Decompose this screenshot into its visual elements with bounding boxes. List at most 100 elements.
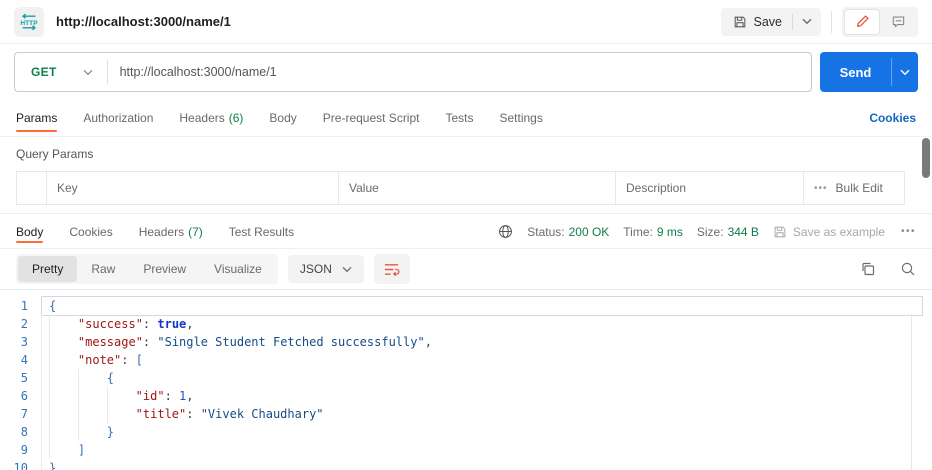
send-button-label: Send	[839, 64, 872, 80]
edit-comment-toggle	[842, 6, 918, 37]
select-all-column	[17, 172, 47, 204]
tab-label: Pre-request Script	[322, 111, 420, 125]
request-tab-headers[interactable]: Headers (6)	[179, 100, 243, 136]
indent-guide	[77, 405, 107, 423]
time-value: 9 ms	[656, 224, 683, 239]
code-line: 6 "id": 1,	[0, 387, 932, 405]
line-content: "id": 1,	[42, 387, 922, 405]
size-value: 344 B	[727, 224, 759, 239]
wrap-lines-icon	[385, 263, 400, 276]
save-options-caret[interactable]	[793, 18, 821, 25]
response-tab-cookies[interactable]: Cookies	[69, 215, 112, 248]
indent-guide	[49, 333, 78, 351]
tab-label: Body	[269, 111, 297, 125]
cookies-link[interactable]: Cookies	[869, 111, 916, 125]
edit-mode-button[interactable]	[844, 8, 880, 35]
line-content: }	[49, 461, 57, 470]
network-globe-icon	[498, 224, 513, 239]
indent-guide	[49, 351, 78, 369]
chevron-down-icon	[83, 69, 93, 75]
query-params-table: Key Value Description ••• Bulk Edit	[16, 171, 905, 205]
method-label: GET	[31, 65, 57, 79]
save-as-example-button[interactable]: Save as example	[773, 225, 885, 239]
view-tab-pretty[interactable]: Pretty	[18, 256, 78, 282]
tab-label: Settings	[499, 111, 543, 125]
request-builder: GET Send	[0, 44, 932, 100]
indent-guide	[77, 387, 107, 405]
line-content: "success": true,	[42, 315, 922, 333]
request-tab-tests[interactable]: Tests	[445, 100, 473, 136]
comment-icon	[892, 16, 904, 28]
tab-label: Tests	[445, 111, 474, 125]
bulk-edit-button[interactable]: Bulk Edit	[836, 181, 883, 195]
indent-guide	[49, 405, 78, 423]
view-tab-preview[interactable]: Preview	[129, 256, 200, 282]
header-divider	[831, 10, 832, 33]
time-label: Time:	[623, 224, 653, 239]
save-as-example-label: Save as example	[792, 224, 885, 239]
tab-label: Body	[16, 224, 44, 239]
response-tab-body[interactable]: Body	[16, 215, 44, 248]
column-header-value: Value	[339, 172, 616, 204]
line-content: "title": "Vivek Chaudhary"	[42, 405, 922, 423]
save-button-label: Save	[753, 14, 783, 29]
url-input[interactable]	[107, 65, 811, 79]
indent-guide	[77, 369, 107, 387]
indent-guide	[106, 405, 136, 423]
response-tab-test-results[interactable]: Test Results	[229, 215, 294, 248]
tab-label: Headers	[138, 224, 185, 239]
column-header-description: Description	[616, 172, 804, 204]
request-tab-body[interactable]: Body	[269, 100, 296, 136]
code-line: 9]	[0, 441, 932, 459]
request-tab-settings[interactable]: Settings	[500, 100, 543, 136]
code-line: 1{	[0, 296, 932, 316]
http-request-icon: HTTP	[14, 6, 44, 37]
vertical-scrollbar-thumb[interactable]	[922, 138, 930, 178]
send-button-group: Send	[820, 52, 918, 92]
chevron-down-icon	[342, 266, 352, 272]
send-options-caret[interactable]	[892, 52, 918, 92]
request-tab-authorization[interactable]: Authorization	[83, 100, 153, 136]
copy-icon	[862, 262, 875, 276]
column-header-key: Key	[47, 172, 339, 204]
line-content: {	[42, 369, 922, 387]
code-line: 4 "note": [	[0, 351, 932, 369]
send-button[interactable]: Send	[820, 52, 891, 92]
code-line: 7 "title": "Vivek Chaudhary"	[0, 405, 932, 423]
wrap-lines-button[interactable]	[373, 254, 410, 284]
chevron-down-icon	[802, 18, 812, 25]
size-label: Size:	[696, 224, 724, 239]
view-tab-visualize[interactable]: Visualize	[200, 256, 276, 282]
status-indicator: Status: 200 OK	[527, 225, 609, 239]
view-tab-raw[interactable]: Raw	[77, 256, 129, 282]
response-body-editor[interactable]: 1{2 "success": true, 3 "message": "Single S…	[0, 289, 932, 470]
comments-button[interactable]	[880, 9, 916, 35]
method-selector[interactable]: GET	[15, 65, 107, 79]
more-options-icon[interactable]: •••	[814, 183, 828, 194]
line-number: 8	[0, 423, 42, 441]
http-icon-label: HTTP	[20, 19, 38, 26]
tab-count-badge: (6)	[228, 111, 244, 125]
request-tab-pre-request-script[interactable]: Pre-request Script	[323, 100, 420, 136]
request-tab-params[interactable]: Params	[16, 100, 58, 136]
line-number: 5	[0, 369, 42, 387]
format-selector[interactable]: JSON	[287, 255, 364, 283]
copy-button[interactable]	[860, 261, 876, 277]
line-content: "message": "Single Student Fetched succe…	[42, 333, 922, 351]
query-params-title: Query Params	[16, 147, 94, 161]
response-more-options-icon[interactable]: •••	[899, 226, 916, 237]
save-icon	[733, 15, 747, 29]
bulk-edit-cell: ••• Bulk Edit	[804, 172, 904, 204]
save-button[interactable]: Save	[721, 15, 793, 29]
search-button[interactable]	[900, 261, 916, 277]
response-view-bar: Pretty Raw Preview Visualize JSON	[0, 249, 932, 289]
response-tab-headers[interactable]: Headers (7)	[139, 215, 203, 248]
line-content: {	[41, 296, 923, 316]
line-content: ]	[42, 441, 922, 459]
indent-guide	[77, 423, 107, 441]
indent-guide	[49, 387, 78, 405]
line-number: 10	[0, 459, 42, 470]
code-line: 2 "success": true,	[0, 315, 932, 333]
status-label: Status:	[527, 224, 565, 239]
request-tab-bar: Params Authorization Headers (6) Body Pre-req…	[0, 100, 932, 137]
